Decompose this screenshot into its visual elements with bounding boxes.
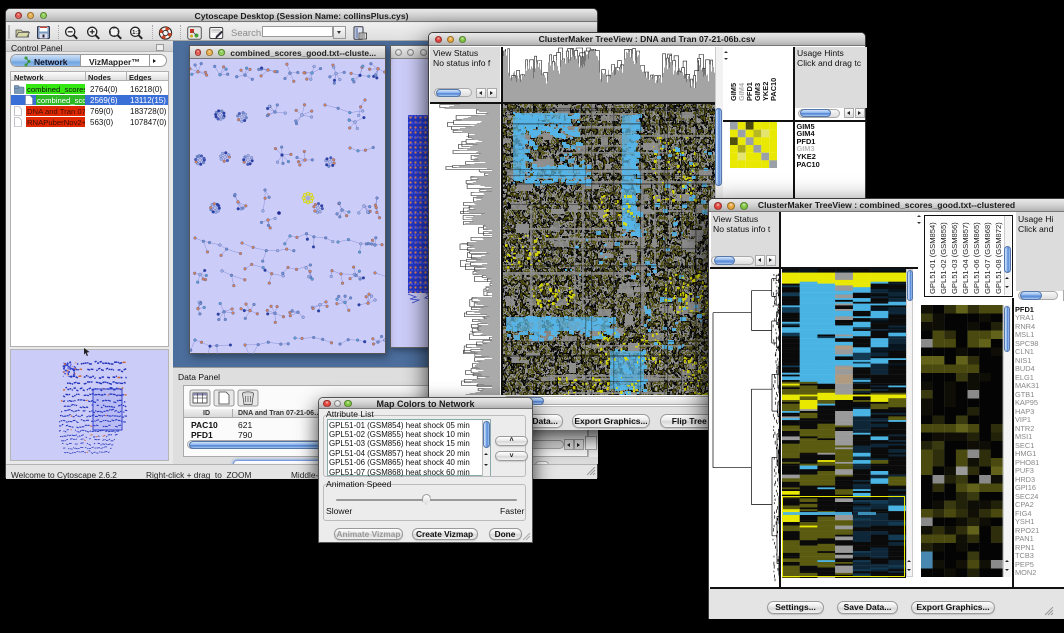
svg-text:1:1: 1:1 [132, 30, 140, 36]
